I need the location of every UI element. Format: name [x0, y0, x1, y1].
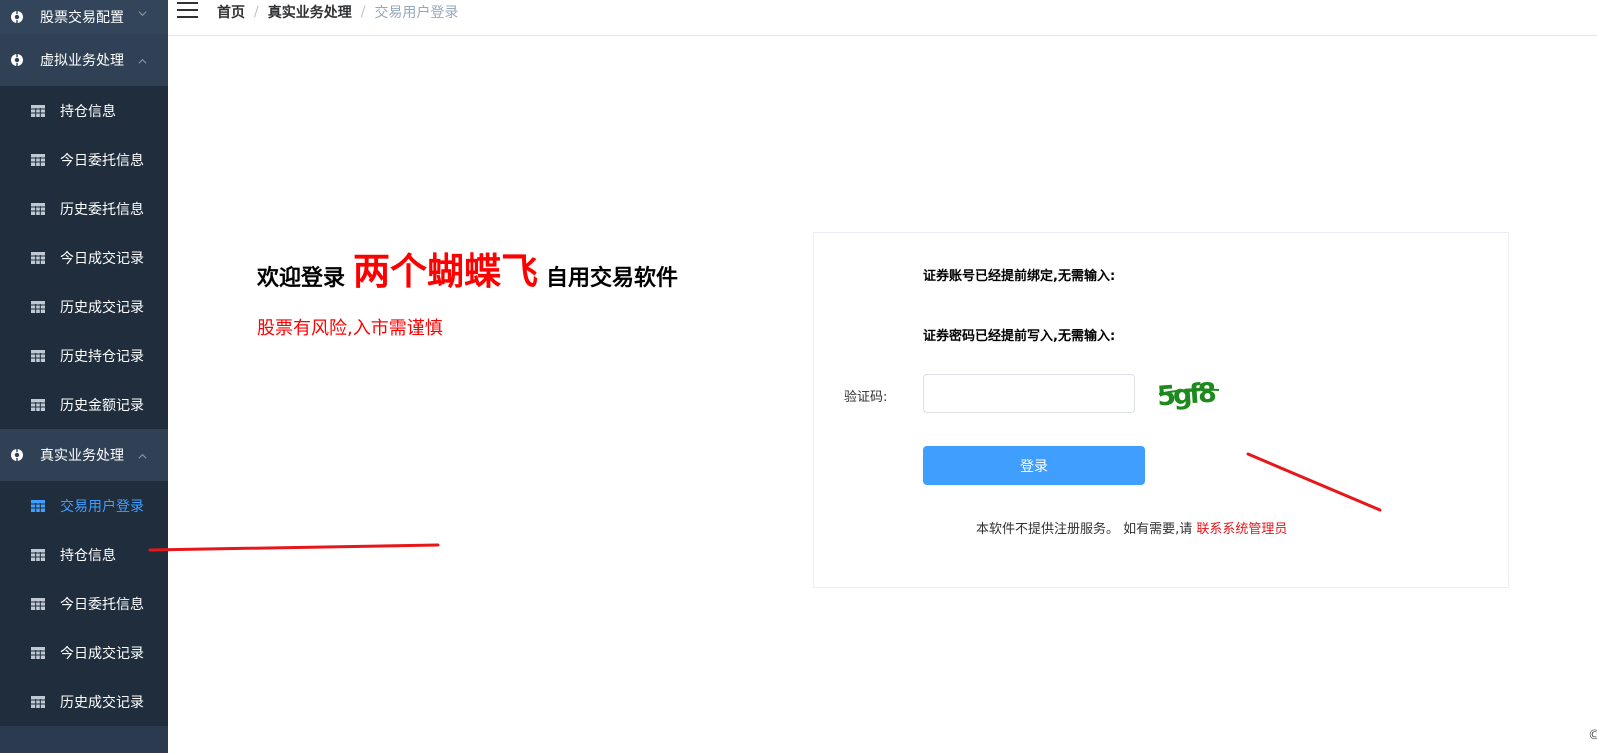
- sidebar-item-label: 今日成交记录: [60, 250, 144, 267]
- welcome-heading: 欢迎登录 两个蝴蝶飞 自用交易软件: [257, 250, 678, 294]
- menu-group-virtual-business[interactable]: 虚拟业务处理: [0, 34, 168, 86]
- settings-icon: [11, 448, 23, 462]
- menu-group-label: 股票交易配置: [40, 10, 124, 26]
- sidebar-item-real-positions[interactable]: 持仓信息: [0, 530, 168, 579]
- sidebar-item-real-today-trades[interactable]: 今日成交记录: [0, 628, 168, 677]
- sidebar-item-virtual-history-positions[interactable]: 历史持仓记录: [0, 331, 168, 380]
- menu-group-label: 虚拟业务处理: [40, 53, 124, 69]
- chevron-down-icon: [138, 11, 147, 17]
- table-icon: [31, 548, 45, 561]
- sidebar-item-virtual-positions[interactable]: 持仓信息: [0, 86, 168, 135]
- menu-group-label: 真实业务处理: [40, 448, 124, 464]
- sidebar-item-label: 持仓信息: [60, 547, 116, 564]
- chevron-up-icon: [138, 58, 147, 64]
- register-notice: 本软件不提供注册服务。 如有需要,请 联系系统管理员: [976, 518, 1287, 537]
- table-icon: [31, 104, 45, 117]
- captcha-image[interactable]: 5gf8: [1155, 373, 1231, 413]
- sidebar-item-virtual-history-orders[interactable]: 历史委托信息: [0, 184, 168, 233]
- table-icon: [31, 499, 45, 512]
- settings-icon: [11, 10, 23, 24]
- sidebar-item-label: 今日委托信息: [60, 152, 144, 169]
- sidebar-item-label: 历史成交记录: [60, 694, 144, 711]
- breadcrumb-real-business[interactable]: 真实业务处理: [268, 2, 352, 22]
- breadcrumb-current: 交易用户登录: [374, 5, 459, 21]
- captcha-input[interactable]: [923, 374, 1135, 413]
- sidebar-item-virtual-today-trades[interactable]: 今日成交记录: [0, 233, 168, 282]
- table-icon: [31, 597, 45, 610]
- menu-group-real-business[interactable]: 真实业务处理: [0, 429, 168, 481]
- login-panel: 证券账号已经提前绑定,无需输入: 证券密码已经提前写入,无需输入: 验证码: 5…: [813, 232, 1509, 588]
- account-notice: 证券账号已经提前绑定,无需输入:: [923, 269, 1116, 284]
- hamburger-menu-icon[interactable]: [177, 2, 198, 18]
- menu-group-stock-config[interactable]: 股票交易配置: [0, 0, 168, 34]
- table-icon: [31, 695, 45, 708]
- breadcrumb-home[interactable]: 首页: [217, 2, 245, 22]
- breadcrumb-separator: /: [360, 4, 366, 20]
- contact-admin-link[interactable]: 联系系统管理员: [1196, 522, 1287, 537]
- sidebar-item-virtual-history-amount[interactable]: 历史金额记录: [0, 380, 168, 429]
- brand-name: 两个蝴蝶飞: [353, 250, 539, 293]
- sidebar-item-virtual-today-orders[interactable]: 今日委托信息: [0, 135, 168, 184]
- sidebar-item-label: 历史持仓记录: [60, 348, 144, 365]
- table-icon: [31, 202, 45, 215]
- sidebar-item-label: 历史委托信息: [60, 201, 144, 218]
- top-navbar: 首页 / 真实业务处理 / 交易用户登录: [168, 0, 1597, 36]
- breadcrumb: 首页 / 真实业务处理 / 交易用户登录: [217, 2, 458, 22]
- breadcrumb-separator: /: [254, 4, 259, 20]
- sidebar-item-virtual-history-trades[interactable]: 历史成交记录: [0, 282, 168, 331]
- table-icon: [31, 300, 45, 313]
- svg-text:5gf8: 5gf8: [1156, 377, 1217, 412]
- welcome-prefix: 欢迎登录: [257, 266, 346, 291]
- table-icon: [31, 349, 45, 362]
- sidebar: 股票交易配置 虚拟业务处理 持仓信息 今日委托信息 历史委托信息 今日成交记录 …: [0, 0, 168, 753]
- table-icon: [31, 251, 45, 264]
- sidebar-item-trade-user-login[interactable]: 交易用户登录: [0, 481, 168, 530]
- sidebar-item-real-today-orders[interactable]: 今日委托信息: [0, 579, 168, 628]
- sidebar-item-label: 今日成交记录: [60, 645, 144, 662]
- settings-icon: [11, 53, 23, 67]
- table-icon: [31, 646, 45, 659]
- sidebar-item-label: 历史成交记录: [60, 299, 144, 316]
- chevron-up-icon: [138, 453, 147, 459]
- register-notice-text: 本软件不提供注册服务。 如有需要,请: [976, 522, 1193, 537]
- table-icon: [31, 398, 45, 411]
- login-button[interactable]: 登录: [923, 446, 1145, 485]
- sidebar-item-label: 今日委托信息: [60, 596, 144, 613]
- corner-mark: ©: [1588, 728, 1597, 743]
- sidebar-item-label: 历史金额记录: [60, 397, 144, 414]
- table-icon: [31, 153, 45, 166]
- annotation-line-left: [148, 543, 440, 552]
- sidebar-item-label: 持仓信息: [60, 103, 116, 120]
- password-notice: 证券密码已经提前写入,无需输入:: [923, 329, 1116, 344]
- risk-warning: 股票有风险,入市需谨慎: [257, 318, 443, 339]
- welcome-suffix: 自用交易软件: [546, 266, 679, 291]
- sidebar-item-real-history-trades[interactable]: 历史成交记录: [0, 677, 168, 726]
- sidebar-item-label: 交易用户登录: [60, 498, 144, 515]
- captcha-label: 验证码:: [844, 390, 888, 405]
